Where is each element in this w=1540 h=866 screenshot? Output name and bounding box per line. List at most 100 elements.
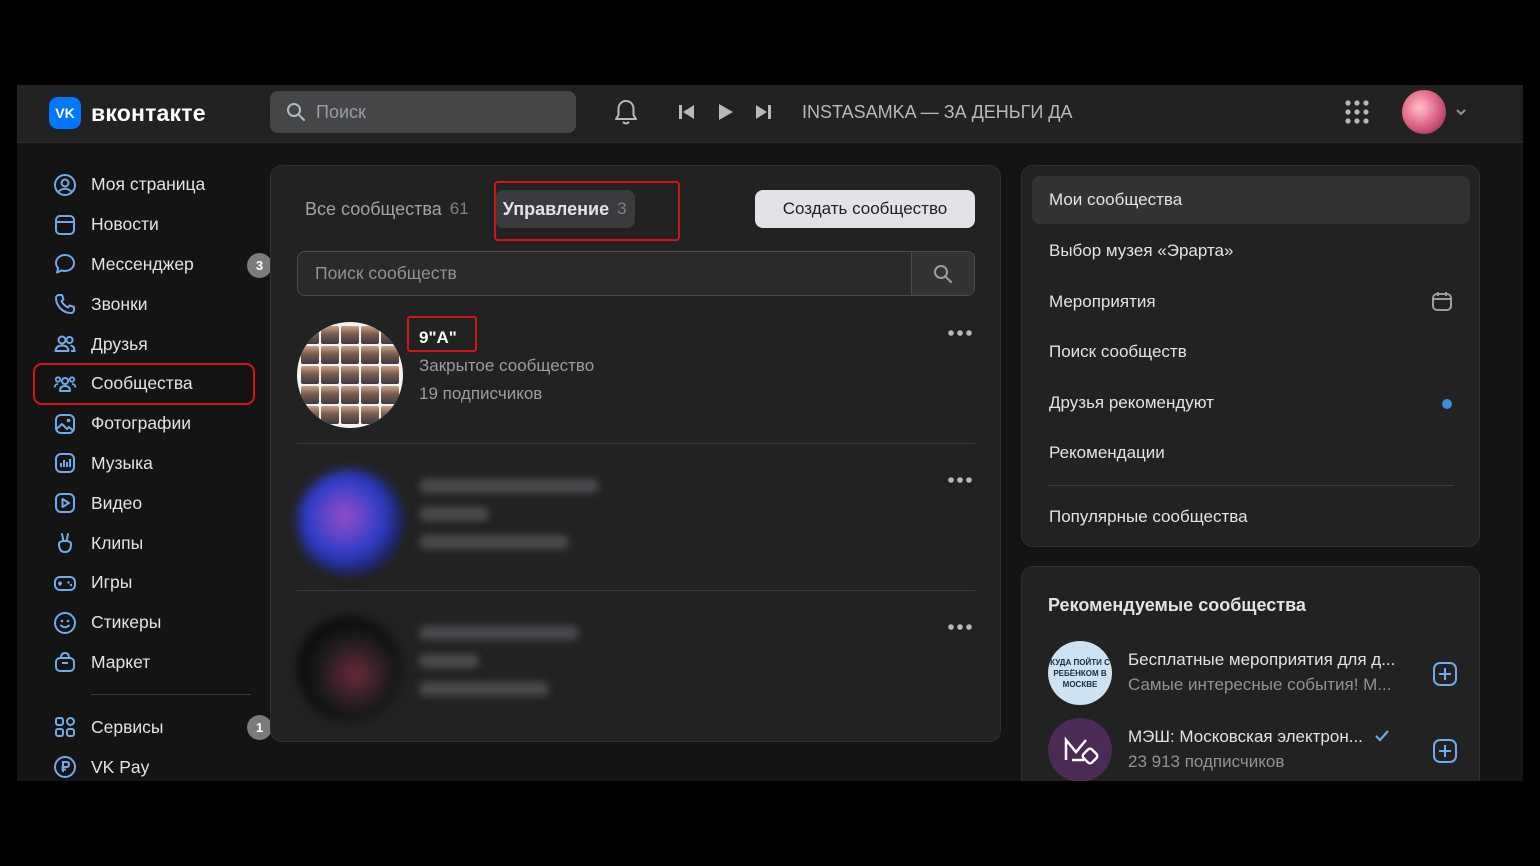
services-grid-icon bbox=[52, 714, 78, 740]
sidebar-item-news[interactable]: Новости bbox=[34, 205, 254, 245]
menu-popular-communities[interactable]: Популярные сообщества bbox=[1032, 492, 1470, 543]
video-icon bbox=[52, 490, 78, 516]
notifications-bell-icon[interactable] bbox=[611, 97, 641, 132]
sidebar-item-calls[interactable]: Звонки bbox=[34, 284, 254, 324]
recommended-avatar-kuda[interactable]: КУДА ПОЙТИ С РЕБЁНКОМ В МОСКВЕ bbox=[1048, 641, 1112, 705]
recommended-item[interactable]: МЭШ: Московская электрон... 23 913 подпи… bbox=[1048, 718, 1458, 781]
sidebar-item-friends[interactable]: Друзья bbox=[34, 324, 254, 364]
sidebar-divider bbox=[91, 694, 251, 696]
sidebar-item-label: Фотографии bbox=[91, 413, 192, 434]
sidebar-item-label: Сообщества bbox=[91, 373, 193, 394]
community-avatar[interactable] bbox=[297, 322, 403, 428]
services-badge: 1 bbox=[247, 715, 272, 741]
new-indicator-dot bbox=[1442, 398, 1452, 409]
gamepad-icon bbox=[52, 570, 78, 596]
row-divider bbox=[297, 443, 975, 444]
menu-erarta-museum[interactable]: Выбор музея «Эрарта» bbox=[1032, 226, 1470, 277]
calendar-icon bbox=[1432, 291, 1452, 311]
sidebar-item-messenger[interactable]: Мессенджер 3 bbox=[34, 245, 272, 285]
recommended-name[interactable]: Бесплатные мероприятия для д... bbox=[1128, 650, 1395, 670]
market-bag-icon bbox=[52, 649, 78, 675]
recommended-name-text: МЭШ: Московская электрон... bbox=[1128, 727, 1363, 746]
sidebar-item-my-page[interactable]: Моя страница bbox=[34, 165, 254, 205]
sidebar-item-video[interactable]: Видео bbox=[34, 483, 254, 523]
sidebar-item-photos[interactable]: Фотографии bbox=[34, 404, 254, 444]
community-search-button[interactable] bbox=[911, 252, 974, 295]
sidebar-item-stickers[interactable]: Стикеры bbox=[34, 603, 254, 643]
menu-events[interactable]: Мероприятия bbox=[1032, 277, 1470, 328]
sidebar-item-games[interactable]: Игры bbox=[34, 563, 254, 603]
sidebar-item-clips[interactable]: Клипы bbox=[34, 523, 254, 563]
community-avatar-blurred[interactable] bbox=[297, 616, 403, 722]
recommended-item[interactable]: КУДА ПОЙТИ С РЕБЁНКОМ В МОСКВЕ Бесплатны… bbox=[1048, 641, 1458, 707]
name-highlight-frame bbox=[407, 316, 477, 352]
vkpay-icon bbox=[52, 754, 78, 780]
newspaper-icon bbox=[52, 212, 78, 238]
add-plus-icon[interactable] bbox=[1432, 661, 1458, 687]
vk-logo-icon: VK bbox=[49, 97, 81, 129]
top-bar: VK вконтакте Поиск INSTASAMKA — ЗА ДЕНЬГ… bbox=[17, 85, 1523, 143]
community-row-blurred[interactable] bbox=[297, 461, 975, 591]
communities-menu-panel: Мои сообщества Выбор музея «Эрарта» Меро… bbox=[1021, 165, 1480, 547]
messenger-unread-badge: 3 bbox=[247, 252, 272, 278]
audio-player-controls bbox=[677, 102, 773, 122]
blurred-type bbox=[419, 507, 489, 521]
community-row[interactable]: 9"А" Закрытое сообщество 19 подписчиков bbox=[297, 314, 975, 444]
play-icon[interactable] bbox=[715, 102, 735, 122]
sidebar-item-label: Игры bbox=[91, 572, 133, 593]
menu-search-communities[interactable]: Поиск сообществ bbox=[1032, 327, 1470, 378]
recommended-name[interactable]: МЭШ: Московская электрон... bbox=[1128, 727, 1390, 747]
clips-icon bbox=[52, 530, 78, 556]
sidebar-item-services[interactable]: Сервисы 1 bbox=[34, 707, 272, 747]
menu-recommendations[interactable]: Рекомендации bbox=[1032, 428, 1470, 479]
previous-track-icon[interactable] bbox=[677, 102, 697, 122]
smile-icon bbox=[52, 610, 78, 636]
tab-all-communities[interactable]: Все сообщества 61 bbox=[297, 190, 477, 228]
global-search-placeholder: Поиск bbox=[316, 101, 366, 122]
global-search-input[interactable]: Поиск bbox=[270, 91, 576, 133]
sidebar-item-label: Друзья bbox=[91, 333, 148, 354]
menu-label: Выбор музея «Эрарта» bbox=[1049, 241, 1234, 261]
community-search-placeholder: Поиск сообществ bbox=[315, 263, 457, 283]
chevron-down-icon[interactable] bbox=[1454, 105, 1468, 119]
menu-label: Популярные сообщества bbox=[1049, 506, 1248, 526]
communities-panel: Все сообщества 61 Управление 3 Создать с… bbox=[270, 165, 1001, 742]
recommended-title: Рекомендуемые сообщества bbox=[1048, 595, 1306, 615]
create-community-button[interactable]: Создать сообщество bbox=[755, 190, 975, 228]
more-options-icon[interactable] bbox=[947, 328, 973, 338]
sidebar-item-label: Сервисы bbox=[91, 716, 164, 737]
sidebar-item-label: Моя страница bbox=[91, 174, 206, 195]
more-options-icon[interactable] bbox=[947, 475, 973, 485]
sidebar-item-vkpay[interactable]: VK Pay bbox=[34, 747, 254, 781]
menu-label: Рекомендации bbox=[1049, 443, 1165, 463]
recommended-avatar-mesh[interactable] bbox=[1048, 718, 1112, 781]
community-search-field[interactable]: Поиск сообществ bbox=[297, 251, 975, 296]
more-options-icon[interactable] bbox=[947, 622, 973, 632]
class-photo-collage bbox=[297, 322, 403, 428]
next-track-icon[interactable] bbox=[753, 102, 773, 122]
vk-logo-text: вконтакте bbox=[91, 99, 206, 126]
blurred-name bbox=[419, 626, 579, 640]
community-avatar-blurred[interactable] bbox=[297, 469, 403, 575]
sidebar-item-communities[interactable]: Сообщества bbox=[33, 362, 255, 405]
tab-highlight-frame bbox=[494, 181, 680, 241]
blurred-subscribers bbox=[419, 535, 569, 549]
add-plus-icon[interactable] bbox=[1432, 738, 1458, 764]
apps-grid-icon[interactable] bbox=[1344, 99, 1370, 130]
search-icon bbox=[287, 103, 305, 121]
now-playing-title[interactable]: INSTASAMKA — ЗА ДЕНЬГИ ДА bbox=[802, 102, 1072, 123]
community-row-blurred[interactable] bbox=[297, 608, 975, 738]
menu-friends-recommend[interactable]: Друзья рекомендуют bbox=[1032, 378, 1470, 429]
sidebar-item-label: Видео bbox=[91, 492, 143, 513]
sidebar-item-label: Новости bbox=[91, 214, 159, 235]
vk-logo[interactable]: VK вконтакте bbox=[49, 97, 206, 129]
menu-divider bbox=[1048, 484, 1454, 486]
sidebar-item-market[interactable]: Маркет bbox=[34, 643, 254, 683]
vk-window: VK вконтакте Поиск INSTASAMKA — ЗА ДЕНЬГ… bbox=[17, 85, 1523, 781]
sidebar-item-music[interactable]: Музыка bbox=[34, 444, 254, 484]
user-avatar[interactable] bbox=[1402, 90, 1446, 134]
tab-count: 61 bbox=[449, 199, 469, 218]
search-icon bbox=[934, 264, 952, 283]
menu-my-communities[interactable]: Мои сообщества bbox=[1032, 176, 1470, 224]
communities-menu: Мои сообщества Выбор музея «Эрарта» Меро… bbox=[1032, 176, 1470, 542]
